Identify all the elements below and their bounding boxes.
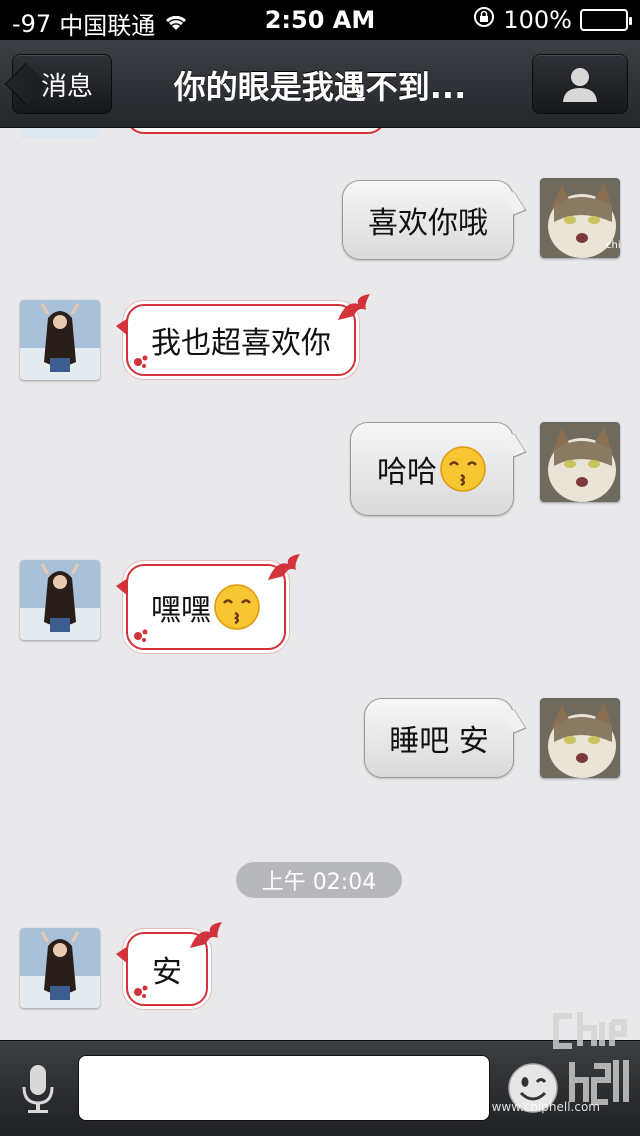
flame-decoration-icon (338, 294, 370, 320)
contact-avatar[interactable] (20, 928, 100, 1008)
splatter-decoration-icon (134, 985, 148, 998)
voice-button[interactable] (14, 1061, 62, 1117)
battery-percent: 100% (503, 6, 572, 34)
kissing-face-emoji-icon (214, 584, 260, 630)
contact-avatar[interactable] (20, 560, 100, 640)
contact-avatar[interactable] (20, 300, 100, 380)
message-text: 喜欢你哦 (368, 206, 488, 241)
battery-icon (580, 9, 632, 31)
message-text: 安 (152, 955, 182, 990)
partial-avatar (20, 128, 100, 138)
back-button[interactable]: 消息 (4, 54, 112, 114)
nav-bar: 消息 你的眼是我遇不到... (0, 40, 640, 128)
message-text: 睡吧 安 (389, 724, 489, 759)
flame-decoration-icon (190, 922, 222, 948)
message-bubble-incoming[interactable]: 安 (116, 922, 222, 1006)
chiphell-watermark: www.chiphell.com (492, 1006, 630, 1122)
kissing-face-emoji-icon (440, 446, 486, 492)
message-bubble-outgoing[interactable]: 哈哈 (350, 422, 514, 516)
message-bubble-incoming[interactable]: 嘿嘿 (116, 554, 300, 650)
watermark-url: www.chiphell.com (491, 1100, 600, 1114)
message-input[interactable] (78, 1055, 490, 1121)
splatter-decoration-icon (134, 629, 148, 642)
my-avatar[interactable]: chip (540, 178, 620, 258)
message-bubble-outgoing[interactable]: 睡吧 安 (364, 698, 514, 778)
rotation-lock-icon (473, 6, 495, 34)
partial-message-bubble (126, 128, 386, 134)
splatter-decoration-icon (134, 355, 148, 368)
microphone-icon (22, 1065, 54, 1113)
chat-area[interactable]: 喜欢你哦 chip 我 (0, 128, 640, 1040)
message-text: 嘿嘿 (151, 593, 211, 628)
profile-button[interactable] (532, 54, 628, 114)
status-right: 100% (473, 6, 632, 34)
watermark-logo (553, 1012, 629, 1105)
message-text: 哈哈 (377, 455, 437, 490)
timestamp-pill: 上午 02:04 (236, 862, 402, 898)
message-text: 我也超喜欢你 (151, 326, 331, 361)
status-bar: -97 中国联通 2:50 AM 100% (0, 0, 640, 40)
page-title: 你的眼是我遇不到... (173, 68, 467, 106)
flame-decoration-icon (268, 554, 300, 580)
my-avatar[interactable] (540, 698, 620, 778)
svg-text:chip: chip (606, 240, 620, 251)
message-bubble-outgoing[interactable]: 喜欢你哦 (342, 180, 514, 260)
my-avatar[interactable] (540, 422, 620, 502)
back-button-label: 消息 (40, 71, 93, 102)
person-icon (563, 68, 597, 102)
message-bubble-incoming[interactable]: 我也超喜欢你 (116, 294, 370, 376)
